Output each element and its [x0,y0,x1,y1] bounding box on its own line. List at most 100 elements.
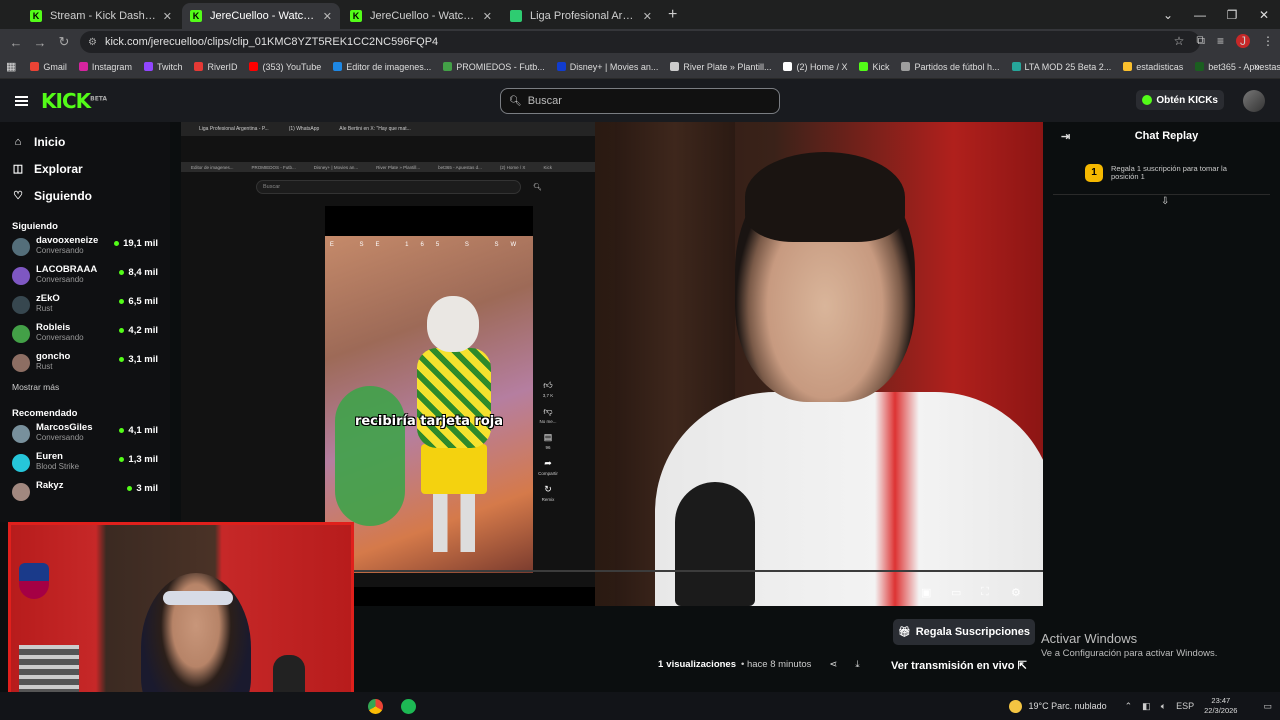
forward-button[interactable]: → [28,35,52,50]
bookmark-item[interactable]: (353) YouTube [249,62,321,72]
channel-item[interactable]: Robleis Conversando 4,2 mil [0,322,170,351]
share-icon[interactable]: ⋖ [829,659,837,670]
apps-icon[interactable]: ▦ [6,60,16,73]
short-action: 👍︎ 3,7 K [543,380,554,398]
watch-live-link[interactable]: Ver transmisión en vivo ⇱ [891,659,1027,672]
viewer-count: 4,1 mil [119,425,158,436]
sidebar-item-inicio[interactable]: ⌂ Inicio [0,128,170,155]
channel-name: Robleis [36,322,71,333]
bookmark-item[interactable]: Disney+ | Movies an... [556,62,658,72]
inner-bookmark: Kick [543,164,552,170]
reload-button[interactable]: ↻ [52,34,76,50]
channel-item[interactable]: MarcosGiles Conversando 4,1 mil [0,422,170,451]
site-info-icon[interactable]: ⚙ [88,37,97,48]
weather-icon [1009,699,1023,713]
recommended-heading: Recomendado [12,408,78,419]
tab-close-icon[interactable]: ✕ [323,10,332,23]
bookmark-item[interactable]: Kick [859,62,889,72]
channel-item[interactable]: zEkO Rust 6,5 mil [0,293,170,322]
barcelona-crest [19,563,49,599]
new-tab-button[interactable]: + [668,6,677,24]
address-bar[interactable]: ⚙ kick.com/jerecuelloo/clips/clip_01KMC8… [80,31,1200,53]
tab-close-icon[interactable]: ✕ [483,10,492,23]
channel-item[interactable]: goncho Rust 3,1 mil [0,351,170,380]
chrome-icon[interactable] [368,699,383,714]
gift-subs-button[interactable]: 🎁︎ Regala Suscripciones [893,619,1035,645]
browser-tab[interactable]: K Stream - Kick Dashboard ✕ [22,3,180,29]
extensions-icon[interactable]: ⧉ [1196,33,1205,48]
weather-widget[interactable]: 19°C Parc. nublado [1009,699,1107,713]
bookmark-item[interactable]: Twitch [143,62,182,72]
clock-date: 22/3/2026 [1204,706,1238,715]
viewer-count: 4,2 mil [119,325,158,336]
bookmark-item[interactable]: Instagram [78,62,132,72]
short-scene: recibiría tarjeta roja [325,236,533,573]
search-input[interactable]: 🔍︎ Buscar [500,88,780,114]
pip-icon[interactable]: ▣ [921,586,935,599]
menu-toggle-button[interactable] [15,94,28,108]
channel-item[interactable]: Euren Blood Strike 1,3 mil [0,451,170,480]
bookmark-item[interactable]: (2) Home / X [783,62,847,72]
close-window-button[interactable]: ✕ [1248,8,1280,22]
collapse-chat-icon[interactable]: ⇥ [1061,130,1070,143]
clock[interactable]: 23:47 22/3/2026 [1204,696,1237,716]
channel-item[interactable]: LACOBRAAA Conversando 8,4 mil [0,264,170,293]
minimize-button[interactable]: — [1184,8,1216,22]
channel-item[interactable]: davooxeneize Conversando 19,1 mil [0,235,170,264]
tab-close-icon[interactable]: ✕ [643,10,652,23]
user-avatar[interactable] [1243,90,1265,112]
browser-tab[interactable]: K JereCuelloo - Watch clips on Kick ✕ [182,3,340,29]
show-more-link[interactable]: Mostrar más [0,382,170,392]
sidebar-item-siguiendo[interactable]: ♡ Siguiendo [0,182,170,209]
sidebar-item-explorar[interactable]: ◫ Explorar [0,155,170,182]
clip-meta: 1 visualizaciones • hace 8 minutos ⋖ ⤓ [658,659,860,670]
notification-icon[interactable]: ▭ [1263,701,1272,712]
theater-icon[interactable]: ▭ [951,586,965,599]
gift-leaderboard[interactable]: 1 Regala 1 suscripción para tomar la pos… [1053,150,1280,188]
bookmark-item[interactable]: bet365 - Apuestas d... [1195,62,1280,72]
bookmark-star-icon[interactable]: ☆ [1174,34,1185,48]
browser-tab[interactable]: K JereCuelloo - Watch clips on Kick ✕ [342,3,500,29]
bookmark-item[interactable]: River Plate » Plantill... [670,62,771,72]
bookmark-favicon-icon [78,62,88,71]
menu-icon[interactable]: ⋮ [1262,34,1274,48]
more-bookmarks-icon[interactable]: » [1254,61,1260,73]
expand-arrow-icon[interactable]: ⇩ [1161,196,1169,207]
lang-indicator[interactable]: ESP [1176,701,1194,711]
inner-tab: Ale Bertini en X: "Hay que mat... [339,126,411,132]
activate-title: Activar Windows [1041,631,1138,646]
channel-category: Rust [36,304,53,313]
settings-icon[interactable]: ⚙ [1011,586,1025,599]
profile-avatar[interactable]: J [1236,33,1250,48]
download-icon[interactable]: ⤓ [855,659,859,670]
chevron-down-icon[interactable]: ⌄ [1152,8,1184,22]
facecam-overlay [8,522,354,714]
bookmark-item[interactable]: estadisticas [1123,62,1183,72]
get-kicks-button[interactable]: Obtén KICKs [1136,90,1224,110]
channel-category: Conversando [36,433,84,442]
channel-item[interactable]: Rakyz 3 mil [0,480,170,509]
bookmark-item[interactable]: Editor de imagenes... [333,62,431,72]
bookmark-favicon-icon [783,62,793,71]
back-button[interactable]: ← [4,35,28,50]
media-icon[interactable]: ≡ [1217,34,1224,48]
short-caption: recibiría tarjeta roja [354,414,504,429]
sidebar-item-label: Explorar [34,161,83,176]
browser-tab[interactable]: Liga Profesional Argentina - PC ✕ [502,3,660,29]
bookmark-item[interactable]: PROMIEDOS - Futb... [443,62,545,72]
tab-favicon-icon: K [350,10,362,22]
bookmark-item[interactable]: Partidos de fútbol h... [901,62,1000,72]
tab-close-icon[interactable]: ✕ [163,10,172,23]
fullscreen-icon[interactable]: ⛶ [981,586,995,598]
spotify-icon[interactable] [401,699,416,714]
volume-icon[interactable]: 🔈︎ [1161,701,1166,712]
maximize-button[interactable]: ❐ [1216,8,1248,22]
bookmark-item[interactable]: LTA MOD 25 Beta 2... [1011,62,1111,72]
network-icon[interactable]: ◧ [1142,701,1151,712]
kick-logo[interactable]: KICKBETA [41,89,107,113]
bookmark-item[interactable]: RiverID [194,62,237,72]
bookmark-item[interactable]: Gmail [30,62,67,72]
tab-favicon-icon [510,10,522,22]
tray-chevron-icon[interactable]: ⌃ [1125,701,1133,712]
bookmark-label: (2) Home / X [796,61,848,72]
